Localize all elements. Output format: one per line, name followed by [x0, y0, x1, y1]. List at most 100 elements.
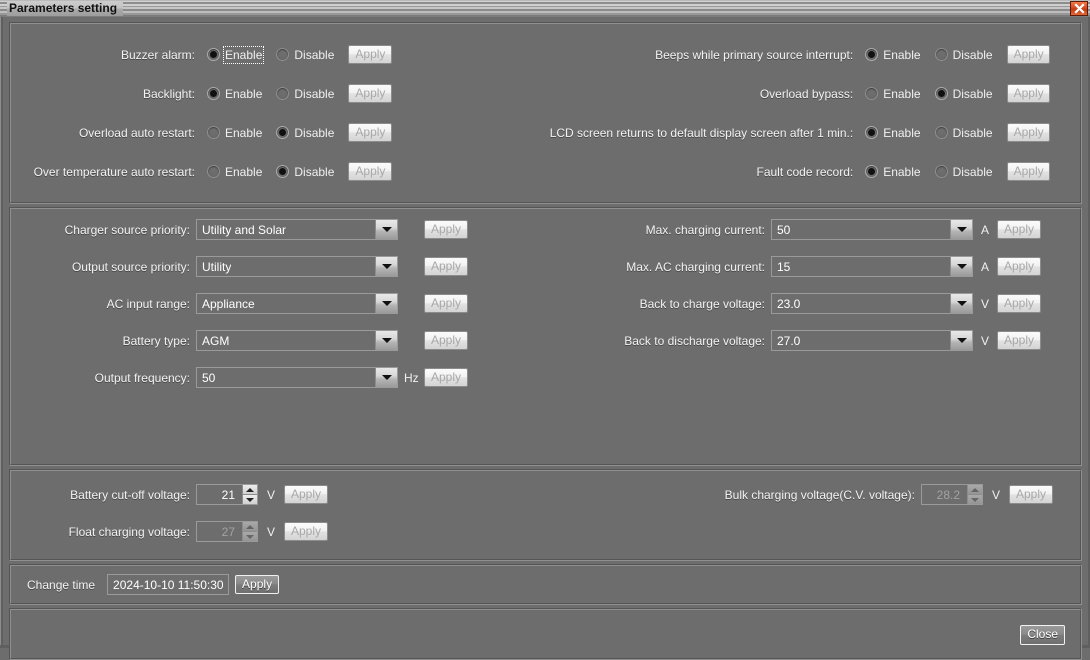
apply-button-overload-bypass[interactable]: Apply: [1006, 84, 1050, 103]
apply-button-float-charging-voltage[interactable]: Apply: [284, 522, 329, 541]
spinner-down-icon[interactable]: [242, 494, 257, 504]
close-button[interactable]: Close: [1020, 625, 1065, 645]
radio-over-temperature-auto-restart-enable[interactable]: [207, 165, 220, 178]
label-back-to-discharge-voltage: Back to discharge voltage:: [624, 333, 765, 348]
apply-button-lcd-screen-returns-default[interactable]: Apply: [1006, 123, 1050, 142]
chevron-down-icon[interactable]: [950, 331, 972, 350]
label-over-temperature-auto-restart-disable[interactable]: Disable: [294, 165, 334, 179]
apply-button-battery-cut-off-voltage[interactable]: Apply: [284, 485, 329, 504]
radio-buzzer-alarm-enable[interactable]: [207, 48, 220, 61]
combo-back-to-charge-voltage[interactable]: 23.0: [771, 293, 973, 314]
chevron-down-icon[interactable]: [950, 220, 972, 239]
chevron-down-icon[interactable]: [375, 294, 397, 313]
change-time-input[interactable]: 2024-10-10 11:50:30: [107, 574, 230, 595]
spinner-buttons-battery-cut-off-voltage[interactable]: [242, 485, 257, 504]
spinner-up-icon[interactable]: [967, 485, 982, 494]
combo-max-charging-current[interactable]: 50: [771, 219, 973, 240]
spinner-up-icon[interactable]: [242, 485, 257, 494]
row-battery-type: Battery type: AGM Apply: [10, 330, 469, 351]
combo-value-back-to-discharge-voltage: 27.0: [777, 333, 801, 348]
label-backlight-disable[interactable]: Disable: [294, 87, 334, 101]
spinner-float-charging-voltage[interactable]: 27: [196, 521, 258, 542]
radio-overload-bypass-disable[interactable]: [934, 87, 948, 100]
label-fault-code-record-disable[interactable]: Disable: [953, 165, 993, 179]
apply-button-fault-code-record[interactable]: Apply: [1006, 162, 1050, 181]
label-overload-auto-restart-enable[interactable]: Enable: [225, 126, 262, 140]
chevron-down-icon[interactable]: [950, 294, 972, 313]
apply-button-bulk-charging-voltage[interactable]: Apply: [1009, 485, 1054, 504]
radio-beeps-primary-source-interrupt-disable[interactable]: [934, 48, 948, 61]
apply-button-over-temperature-auto-restart[interactable]: Apply: [348, 162, 393, 181]
label-max-charging-current: Max. charging current:: [645, 222, 765, 237]
apply-button-overload-auto-restart[interactable]: Apply: [348, 123, 393, 142]
label-buzzer-alarm-disable[interactable]: Disable: [294, 48, 334, 62]
apply-button-backlight[interactable]: Apply: [348, 84, 393, 103]
label-battery-cut-off-voltage: Battery cut-off voltage:: [70, 487, 190, 502]
radio-lcd-screen-returns-default-disable[interactable]: [934, 126, 948, 139]
label-beeps-primary-source-interrupt-disable[interactable]: Disable: [953, 48, 993, 62]
radio-backlight-enable[interactable]: [207, 87, 220, 100]
apply-button-back-to-charge-voltage[interactable]: Apply: [997, 294, 1042, 313]
radio-overload-auto-restart-disable[interactable]: [276, 126, 290, 139]
apply-button-buzzer-alarm[interactable]: Apply: [348, 45, 393, 64]
spinner-bulk-charging-voltage[interactable]: 28.2: [921, 484, 983, 505]
spinner-down-icon[interactable]: [242, 531, 257, 541]
combo-value-max-charging-current: 50: [777, 222, 791, 237]
label-beeps-primary-source-interrupt-enable[interactable]: Enable: [883, 48, 920, 62]
unit-max-ac-charging-current: A: [980, 259, 989, 274]
radio-overload-auto-restart-enable[interactable]: [207, 126, 220, 139]
row-ac-input-range: AC input range: Appliance Apply: [10, 293, 469, 314]
label-float-charging-voltage: Float charging voltage:: [68, 524, 190, 539]
apply-button-output-frequency[interactable]: Apply: [424, 368, 469, 387]
combo-value-output-frequency: 50: [202, 370, 216, 385]
close-x-icon[interactable]: [1070, 1, 1088, 16]
apply-button-beeps-primary-source-interrupt[interactable]: Apply: [1006, 45, 1050, 64]
combo-ac-input-range[interactable]: Appliance: [196, 293, 398, 314]
combo-max-ac-charging-current[interactable]: 15: [771, 256, 973, 277]
radio-fault-code-record-enable[interactable]: [865, 165, 879, 178]
radio-beeps-primary-source-interrupt-enable[interactable]: [865, 48, 879, 61]
label-fault-code-record-enable[interactable]: Enable: [883, 165, 920, 179]
label-over-temperature-auto-restart-enable[interactable]: Enable: [225, 165, 262, 179]
spinner-buttons-bulk-charging-voltage[interactable]: [967, 485, 982, 504]
label-lcd-screen-returns-default-disable[interactable]: Disable: [953, 126, 993, 140]
label-lcd-screen-returns-default-enable[interactable]: Enable: [883, 126, 920, 140]
chevron-down-icon[interactable]: [375, 220, 397, 239]
apply-button-change-time[interactable]: Apply: [235, 575, 280, 594]
label-overload-bypass-enable[interactable]: Enable: [883, 87, 920, 101]
combo-battery-type[interactable]: AGM: [196, 330, 398, 351]
radio-over-temperature-auto-restart-disable[interactable]: [276, 165, 290, 178]
label-back-to-charge-voltage: Back to charge voltage:: [639, 296, 765, 311]
label-overload-auto-restart-disable[interactable]: Disable: [294, 126, 334, 140]
label-overload-bypass-disable[interactable]: Disable: [953, 87, 993, 101]
spinner-buttons-float-charging-voltage[interactable]: [242, 522, 257, 541]
radio-lcd-screen-returns-default-enable[interactable]: [865, 126, 879, 139]
combo-output-frequency[interactable]: 50: [196, 367, 398, 388]
spinner-up-icon[interactable]: [242, 522, 257, 531]
radio-backlight-disable[interactable]: [276, 87, 290, 100]
apply-button-back-to-discharge-voltage[interactable]: Apply: [997, 331, 1042, 350]
chevron-down-icon[interactable]: [375, 331, 397, 350]
row-back-to-discharge-voltage: Back to discharge voltage: 27.0 V Apply: [430, 330, 1042, 351]
chevron-down-icon[interactable]: [375, 257, 397, 276]
spinner-down-icon[interactable]: [967, 494, 982, 504]
apply-button-max-charging-current[interactable]: Apply: [997, 220, 1042, 239]
label-battery-type: Battery type:: [122, 333, 190, 348]
client-area: Buzzer alarm: Enable Disable Apply Backl…: [0, 17, 1090, 660]
chevron-down-icon[interactable]: [950, 257, 972, 276]
apply-button-max-ac-charging-current[interactable]: Apply: [997, 257, 1042, 276]
combo-back-to-discharge-voltage[interactable]: 27.0: [771, 330, 973, 351]
label-buzzer-alarm-enable[interactable]: Enable: [222, 45, 265, 64]
row-max-ac-charging-current: Max. AC charging current: 15 A Apply: [430, 256, 1042, 277]
row-fault-code-record: Fault code record: Enable Disable Apply: [450, 162, 1050, 181]
radio-fault-code-record-disable[interactable]: [934, 165, 948, 178]
label-backlight-enable[interactable]: Enable: [225, 87, 262, 101]
radio-buzzer-alarm-disable[interactable]: [276, 48, 290, 61]
combo-output-source-priority[interactable]: Utility: [196, 256, 398, 277]
combo-charger-source-priority[interactable]: Utility and Solar: [196, 219, 398, 240]
row-max-charging-current: Max. charging current: 50 A Apply: [430, 219, 1042, 240]
chevron-down-icon[interactable]: [375, 368, 397, 387]
unit-back-to-discharge-voltage: V: [980, 333, 989, 348]
spinner-battery-cut-off-voltage[interactable]: 21: [196, 484, 258, 505]
radio-overload-bypass-enable[interactable]: [865, 87, 879, 100]
